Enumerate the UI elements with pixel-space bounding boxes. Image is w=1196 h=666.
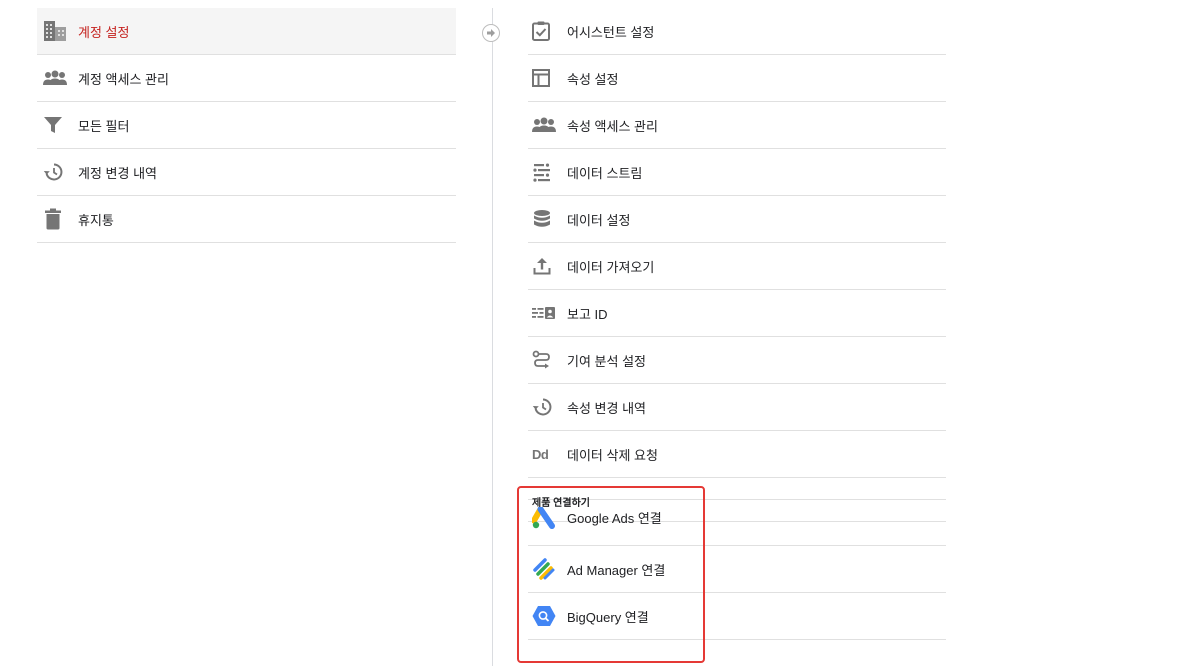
reporting-id-item[interactable]: 보고 ID (528, 290, 946, 337)
product-links-title: 제품 연결하기 (532, 498, 590, 509)
ad-manager-links-item[interactable]: Ad Manager 연결 (528, 546, 946, 593)
assistant-settings-item[interactable]: 어시스턴트 설정 (528, 8, 946, 55)
product-links-section-header: 제품 연결하기 (528, 478, 946, 509)
data-import-label: 데이터 가져오기 (567, 259, 655, 275)
attribution-settings-item[interactable]: 기여 분석 설정 (528, 337, 946, 384)
property-change-history-item[interactable]: 속성 변경 내역 (528, 384, 946, 431)
attribution-icon (532, 348, 558, 372)
database-icon (532, 207, 558, 231)
trash-label: 휴지통 (78, 212, 114, 228)
property-settings-item[interactable]: 속성 설정 (528, 55, 946, 102)
data-deletion-icon: Dd (532, 442, 558, 466)
reporting-id-label: 보고 ID (567, 306, 608, 322)
bigquery-links-label: BigQuery 연결 (567, 609, 649, 625)
data-deletion-requests-label: 데이터 삭제 요청 (567, 447, 658, 463)
all-filters-label: 모든 필터 (78, 118, 130, 134)
account-change-history-label: 계정 변경 내역 (78, 165, 157, 181)
bigquery-icon (532, 604, 558, 628)
checklist-icon (532, 19, 558, 43)
data-settings-label: 데이터 설정 (567, 212, 631, 228)
account-settings-item[interactable]: 계정 설정 (37, 8, 456, 55)
trash-item[interactable]: 휴지통 (37, 196, 456, 243)
property-change-history-label: 속성 변경 내역 (567, 400, 646, 416)
data-streams-item[interactable]: 데이터 스트림 (528, 149, 946, 196)
account-menu: 계정 설정 계정 액세스 관리 모든 필터 계정 변경 내역 휴지통 (37, 8, 456, 243)
data-deletion-icon-text: Dd (532, 446, 549, 462)
upload-icon (532, 254, 558, 278)
ad-manager-links-label: Ad Manager 연결 (567, 562, 666, 578)
account-access-management-item[interactable]: 계정 액세스 관리 (37, 55, 456, 102)
building-icon (43, 19, 69, 43)
data-settings-item[interactable]: 데이터 설정 (528, 196, 946, 243)
google-ads-links-label: Google Ads 연결 (567, 511, 662, 526)
data-import-item[interactable]: 데이터 가져오기 (528, 243, 946, 290)
property-access-management-item[interactable]: 속성 액세스 관리 (528, 102, 946, 149)
google-ads-icon (532, 506, 558, 530)
property-access-management-label: 속성 액세스 관리 (567, 118, 658, 134)
attribution-settings-label: 기여 분석 설정 (567, 353, 646, 369)
column-divider (492, 8, 493, 666)
account-change-history-item[interactable]: 계정 변경 내역 (37, 149, 456, 196)
data-streams-label: 데이터 스트림 (567, 165, 643, 181)
arrow-right-button[interactable] (482, 24, 500, 42)
bigquery-links-item[interactable]: BigQuery 연결 (528, 593, 946, 640)
assistant-settings-label: 어시스턴트 설정 (567, 24, 655, 40)
property-settings-label: 속성 설정 (567, 71, 619, 87)
streams-icon (532, 160, 558, 184)
history-icon (532, 395, 558, 419)
filter-icon (43, 113, 69, 137)
history-icon (43, 160, 69, 184)
ad-manager-icon (532, 557, 558, 581)
trash-icon (43, 207, 69, 231)
people-icon (43, 66, 69, 90)
data-deletion-requests-item[interactable]: Dd 데이터 삭제 요청 (528, 431, 946, 478)
property-menu: 어시스턴트 설정 속성 설정 속성 액세스 관리 데이터 스트림 데이터 설정 … (528, 8, 946, 640)
account-access-management-label: 계정 액세스 관리 (78, 71, 169, 87)
account-settings-label: 계정 설정 (78, 24, 130, 40)
reporting-id-icon (532, 301, 558, 325)
all-filters-item[interactable]: 모든 필터 (37, 102, 456, 149)
arrow-right-icon (487, 29, 495, 37)
people-icon (532, 113, 558, 137)
layout-icon (532, 66, 558, 90)
